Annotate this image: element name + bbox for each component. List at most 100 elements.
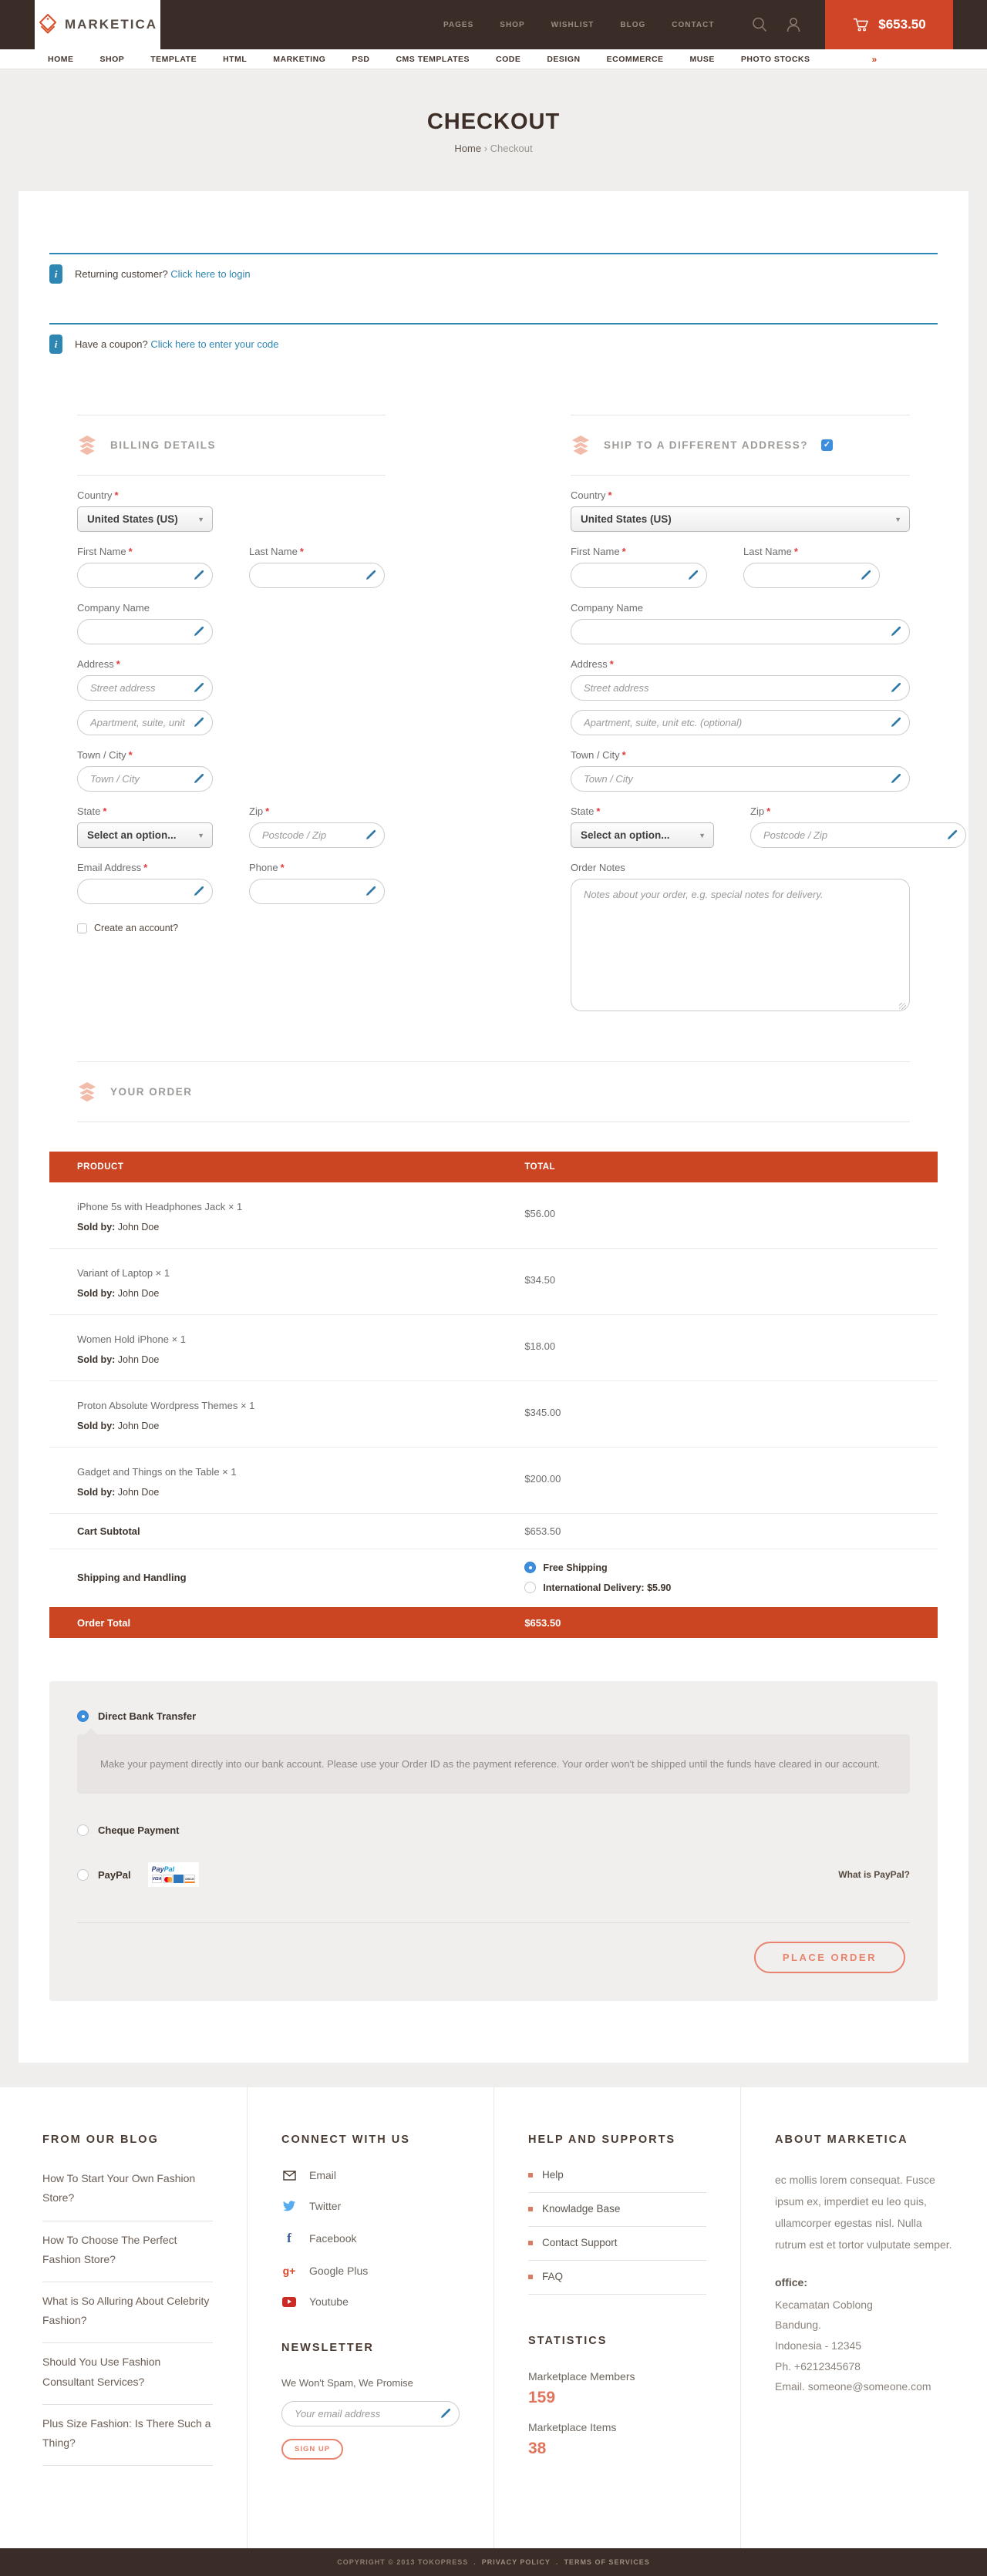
top-nav-blog[interactable]: BLOG [620, 21, 645, 29]
shipping-town-input[interactable] [571, 766, 910, 792]
shipping-street-input[interactable] [571, 675, 910, 701]
shipping-apartment-input[interactable] [571, 710, 910, 735]
email-social-link[interactable]: Email [281, 2169, 460, 2181]
shipping-first-name-input[interactable] [571, 563, 707, 588]
billing-section-header: BILLING DETAILS [77, 415, 386, 476]
what-is-paypal-link[interactable]: What is PayPal? [838, 1869, 910, 1880]
billing-first-name-input[interactable] [77, 563, 213, 588]
tag-logo-icon [38, 13, 58, 36]
resize-handle[interactable] [899, 1003, 906, 1010]
billing-apartment-input[interactable] [77, 710, 213, 735]
top-nav-wishlist[interactable]: WISHLIST [551, 21, 595, 29]
blog-post-link[interactable]: Should You Use Fashion Consultant Servic… [42, 2343, 213, 2404]
shipping-zip-input[interactable] [750, 822, 966, 848]
help-link[interactable]: Help [528, 2169, 706, 2193]
billing-email-input[interactable] [77, 879, 213, 904]
cart-total: $653.50 [878, 17, 925, 32]
catnav-shop[interactable]: SHOP [100, 55, 125, 64]
order-notes-textarea[interactable] [571, 879, 910, 1011]
product-total: $34.50 [524, 1267, 555, 1286]
copyright-bar: COPYRIGHT © 2013 TOKOPRESS . PRIVACY POL… [0, 2548, 987, 2576]
cart-button[interactable]: $653.50 [825, 0, 953, 49]
blog-post-link[interactable]: What is So Alluring About Celebrity Fash… [42, 2282, 213, 2343]
facebook-social-link[interactable]: f Facebook [281, 2231, 460, 2246]
seller-name: John Doe [118, 1487, 160, 1498]
billing-phone-input[interactable] [249, 879, 385, 904]
privacy-policy-link[interactable]: PRIVACY POLICY [482, 2558, 551, 2566]
terms-link[interactable]: TERMS OF SERVICES [564, 2558, 649, 2566]
international-delivery-option[interactable]: International Delivery: $5.90 [524, 1582, 938, 1593]
shipping-town-label: Town / City* [571, 749, 910, 761]
paypal-method[interactable]: PayPal PayPal VISA DISCOVER What is PayP… [77, 1862, 910, 1887]
catnav-home[interactable]: HOME [48, 55, 74, 64]
bank-transfer-method[interactable]: Direct Bank Transfer [77, 1710, 910, 1722]
radio-icon[interactable] [77, 1869, 89, 1881]
login-link[interactable]: Click here to login [170, 268, 250, 280]
coupon-link[interactable]: Click here to enter your code [150, 338, 278, 350]
google-plus-social-link[interactable]: g+ Google Plus [281, 2265, 460, 2277]
footer-connect-column: CONNECT WITH US Email Twitter f Facebook… [247, 2087, 494, 2548]
catnav-psd[interactable]: PSD [352, 55, 369, 64]
place-order-button[interactable]: PLACE ORDER [754, 1942, 905, 1973]
shipping-last-name-input[interactable] [743, 563, 880, 588]
cheque-payment-method[interactable]: Cheque Payment [77, 1824, 910, 1836]
faq-link[interactable]: FAQ [528, 2261, 706, 2295]
catnav-template[interactable]: TEMPLATE [150, 55, 197, 64]
create-account-checkbox[interactable] [77, 923, 87, 933]
catnav-photo-stocks[interactable]: PHOTO STOCKS [741, 55, 810, 64]
bullet-icon [528, 2173, 533, 2177]
shipping-last-name-label: Last Name* [743, 546, 880, 557]
catnav-design[interactable]: DESIGN [547, 55, 580, 64]
more-categories-icon[interactable]: » [872, 54, 876, 65]
radio-selected-icon[interactable] [77, 1710, 89, 1722]
breadcrumb-home[interactable]: Home [454, 143, 481, 154]
newsletter-email-input[interactable] [281, 2401, 460, 2426]
radio-icon[interactable] [77, 1824, 89, 1836]
catnav-muse[interactable]: MUSE [690, 55, 715, 64]
billing-address-label: Address* [77, 658, 213, 670]
knowledge-base-link[interactable]: Knowladge Base [528, 2193, 706, 2227]
blog-post-link[interactable]: How To Choose The Perfect Fashion Store? [42, 2221, 213, 2282]
shipping-country-select[interactable]: United States (US) ▼ [571, 506, 910, 532]
contact-support-link[interactable]: Contact Support [528, 2227, 706, 2261]
shipping-section-header: SHIP TO A DIFFERENT ADDRESS? ✓ [571, 415, 910, 476]
billing-last-name-input[interactable] [249, 563, 385, 588]
catnav-ecommerce[interactable]: ECOMMERCE [607, 55, 664, 64]
billing-state-select[interactable]: Select an option... ▼ [77, 822, 213, 848]
search-icon[interactable] [751, 16, 768, 33]
total-column-header: TOTAL [524, 1162, 938, 1172]
twitter-social-link[interactable]: Twitter [281, 2200, 460, 2212]
top-nav-pages[interactable]: PAGES [443, 21, 473, 29]
billing-zip-input[interactable] [249, 822, 385, 848]
free-shipping-option[interactable]: Free Shipping [524, 1562, 938, 1573]
shipping-company-input[interactable] [571, 619, 910, 644]
catnav-code[interactable]: CODE [496, 55, 520, 64]
newsletter-signup-button[interactable]: SIGN UP [281, 2439, 343, 2460]
billing-town-input[interactable] [77, 766, 213, 792]
billing-country-select[interactable]: United States (US) ▼ [77, 506, 213, 532]
top-nav-contact[interactable]: CONTACT [672, 21, 714, 29]
table-row: Gadget and Things on the Table × 1 Sold … [49, 1448, 938, 1514]
shipping-company-label: Company Name [571, 602, 910, 614]
ship-different-checkbox[interactable]: ✓ [821, 439, 833, 451]
radio-selected-icon[interactable] [524, 1562, 536, 1573]
youtube-social-link[interactable]: Youtube [281, 2295, 460, 2308]
billing-street-input[interactable] [77, 675, 213, 701]
blog-column-title: FROM OUR BLOG [42, 2134, 213, 2146]
catnav-marketing[interactable]: MARKETING [273, 55, 325, 64]
catnav-cms-templates[interactable]: CMS TEMPLATES [396, 55, 470, 64]
billing-company-input[interactable] [77, 619, 213, 644]
account-icon[interactable] [785, 16, 802, 33]
payment-panel: Direct Bank Transfer Make your payment d… [49, 1681, 938, 2001]
chevron-down-icon: ▼ [699, 832, 706, 839]
logo[interactable]: MARKETICA [35, 0, 160, 49]
catnav-html[interactable]: HTML [223, 55, 247, 64]
paypal-logo: PayPal [152, 1865, 195, 1873]
shipping-country-label: Country* [571, 489, 910, 501]
blog-post-link[interactable]: How To Start Your Own Fashion Store? [42, 2169, 213, 2221]
blog-post-link[interactable]: Plus Size Fashion: Is There Such a Thing… [42, 2405, 213, 2466]
radio-icon[interactable] [524, 1582, 536, 1593]
shipping-state-select[interactable]: Select an option... ▼ [571, 822, 714, 848]
billing-column: BILLING DETAILS Country* United States (… [77, 415, 386, 1015]
top-nav-shop[interactable]: SHOP [500, 21, 524, 29]
